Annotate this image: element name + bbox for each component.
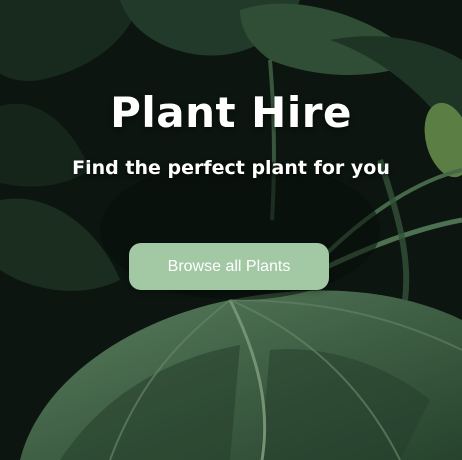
browse-all-plants-button[interactable]: Browse all Plants bbox=[129, 243, 329, 290]
darken-overlay bbox=[0, 0, 462, 460]
hero-section: Plant Hire Find the perfect plant for yo… bbox=[0, 0, 462, 460]
hero-title: Plant Hire bbox=[110, 88, 352, 137]
hero-subtitle: Find the perfect plant for you bbox=[72, 157, 390, 179]
